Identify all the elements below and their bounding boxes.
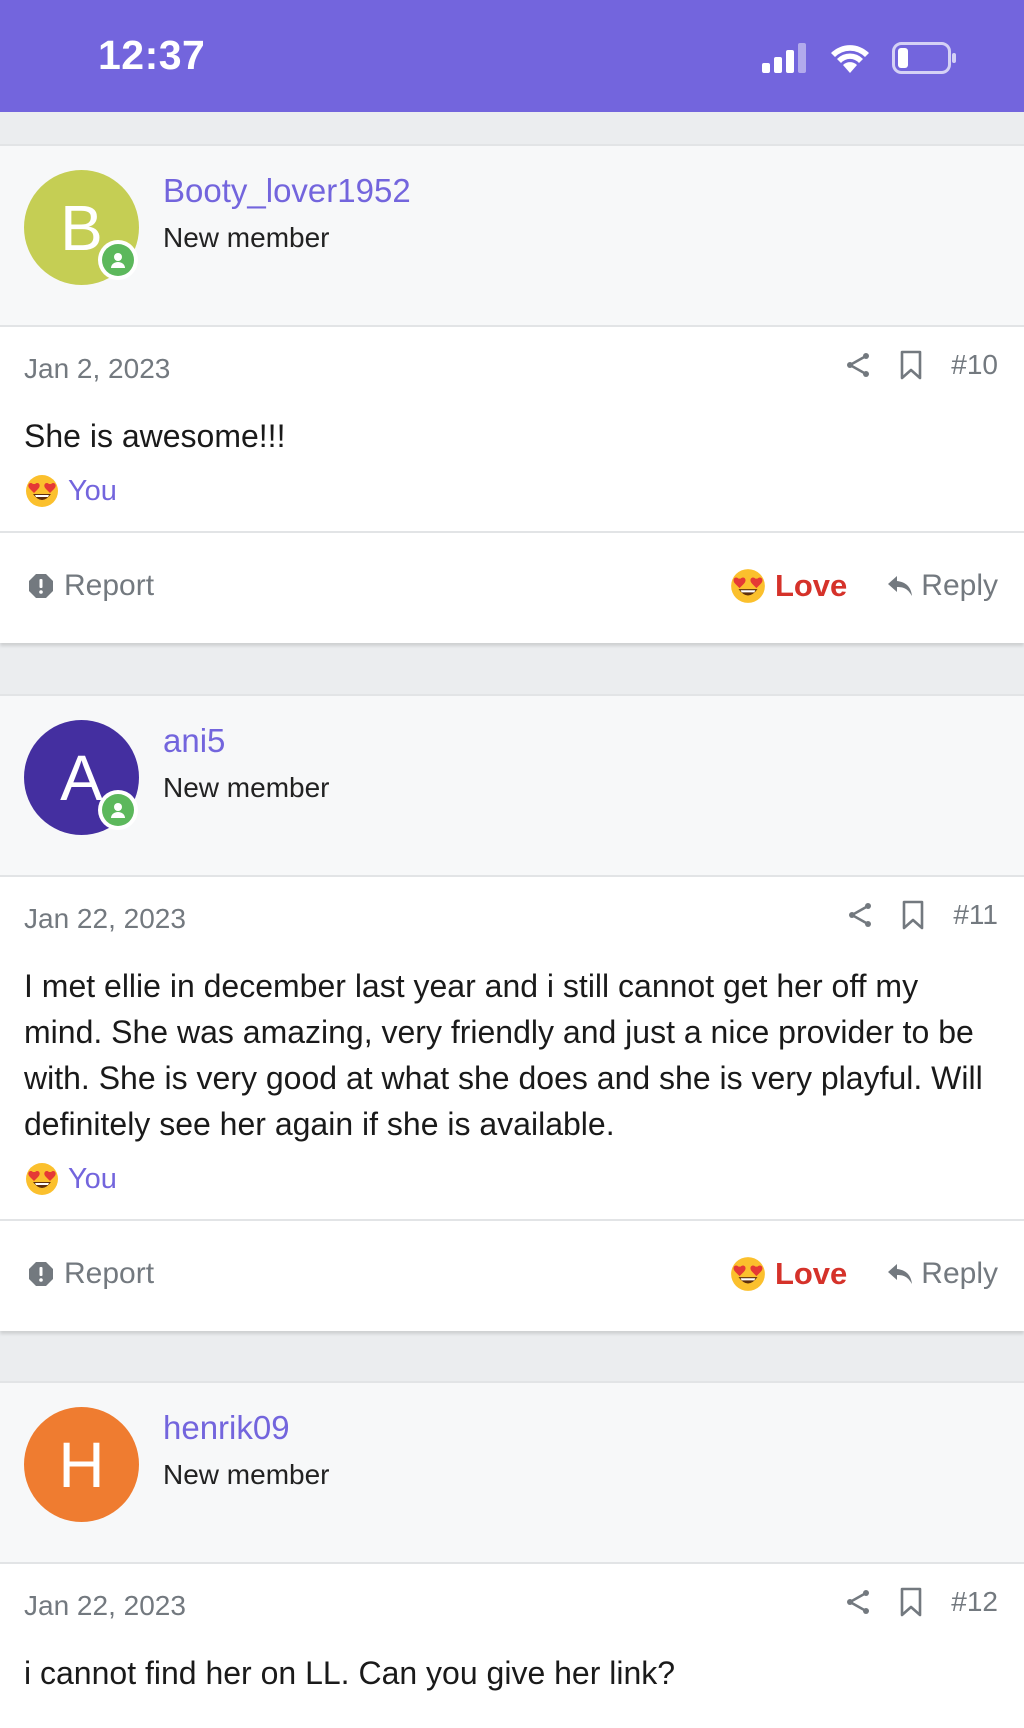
- username-link[interactable]: henrik09: [163, 1409, 290, 1447]
- post-date[interactable]: Jan 22, 2023: [24, 903, 186, 935]
- post-user-header: H henrik09 New member: [0, 1381, 1024, 1564]
- user-online-icon: [111, 253, 125, 268]
- reply-icon: [888, 1264, 913, 1284]
- share-icon[interactable]: [847, 901, 873, 929]
- post-number-link[interactable]: #10: [951, 349, 998, 381]
- post-11: A ani5 New member Jan 22, 2023 #11 I met…: [0, 694, 1024, 1331]
- reply-button[interactable]: Reply: [887, 569, 998, 603]
- username-link[interactable]: Booty_lover1952: [163, 172, 411, 210]
- love-reaction-button[interactable]: Love: [729, 567, 847, 605]
- reactions-bar[interactable]: You: [0, 459, 1024, 531]
- reply-button[interactable]: Reply: [887, 1257, 998, 1291]
- post-actions: Report Love Reply: [0, 1219, 1024, 1331]
- avatar-letter: A: [60, 741, 103, 814]
- post-number-link[interactable]: #12: [951, 1586, 998, 1618]
- love-reaction-icon: [731, 569, 765, 603]
- report-button[interactable]: Report: [28, 1257, 154, 1291]
- cellular-signal-icon: [762, 43, 806, 73]
- avatar[interactable]: H: [24, 1407, 139, 1522]
- wifi-icon: [831, 45, 869, 73]
- avatar-letter: H: [58, 1428, 105, 1501]
- love-reaction-button[interactable]: Love: [729, 1255, 847, 1293]
- post-date[interactable]: Jan 22, 2023: [24, 1590, 186, 1622]
- post-user-header: B Booty_lover1952 New member: [0, 144, 1024, 327]
- post-body: She is awesome!!!: [24, 418, 286, 454]
- battery-icon: [892, 42, 956, 74]
- report-label: Report: [64, 1257, 155, 1290]
- bookmark-icon[interactable]: [899, 1587, 923, 1617]
- report-label: Report: [64, 569, 155, 602]
- user-title: New member: [163, 222, 330, 253]
- alert-icon: [29, 1262, 53, 1286]
- post-10: B Booty_lover1952 New member Jan 2, 2023…: [0, 144, 1024, 643]
- status-bar: 12:37: [0, 0, 1024, 112]
- reactions-bar[interactable]: You: [0, 1147, 1024, 1219]
- post-body: i cannot find her on LL. Can you give he…: [24, 1655, 676, 1691]
- post-body: I met ellie in december last year and i …: [24, 968, 983, 1142]
- post-actions: Report Love Reply: [0, 531, 1024, 643]
- share-icon[interactable]: [845, 1588, 871, 1616]
- online-status-badge: [98, 240, 138, 280]
- post-number-link[interactable]: #11: [953, 899, 998, 931]
- post-meta: Jan 22, 2023 #11: [0, 877, 1024, 963]
- online-status-badge: [98, 790, 138, 830]
- reaction-users[interactable]: You: [68, 475, 117, 508]
- reply-label: Reply: [921, 569, 998, 602]
- post-12: H henrik09 New member Jan 22, 2023 #12 i…: [0, 1381, 1024, 1728]
- share-icon[interactable]: [845, 351, 871, 379]
- love-reaction-icon: [26, 475, 58, 507]
- post-meta: Jan 2, 2023 #10: [0, 327, 1024, 413]
- username-link[interactable]: ani5: [163, 722, 225, 760]
- user-online-icon: [111, 803, 125, 818]
- alert-icon: [29, 574, 53, 598]
- love-reaction-icon: [731, 1257, 765, 1291]
- bookmark-icon[interactable]: [899, 350, 923, 380]
- love-label: Love: [774, 568, 848, 603]
- love-label: Love: [774, 1256, 848, 1291]
- status-time: 12:37: [98, 32, 206, 78]
- status-icons: [762, 42, 958, 74]
- post-user-header: A ani5 New member: [0, 694, 1024, 877]
- love-reaction-icon: [26, 1163, 58, 1195]
- reply-icon: [888, 576, 913, 596]
- bookmark-icon[interactable]: [901, 900, 925, 930]
- reaction-users[interactable]: You: [68, 1163, 117, 1196]
- avatar-letter: B: [60, 191, 103, 264]
- user-title: New member: [163, 772, 330, 803]
- report-button[interactable]: Report: [28, 569, 154, 603]
- post-meta: Jan 22, 2023 #12: [0, 1564, 1024, 1650]
- reply-label: Reply: [921, 1257, 998, 1290]
- post-date[interactable]: Jan 2, 2023: [24, 353, 170, 385]
- user-title: New member: [163, 1459, 330, 1490]
